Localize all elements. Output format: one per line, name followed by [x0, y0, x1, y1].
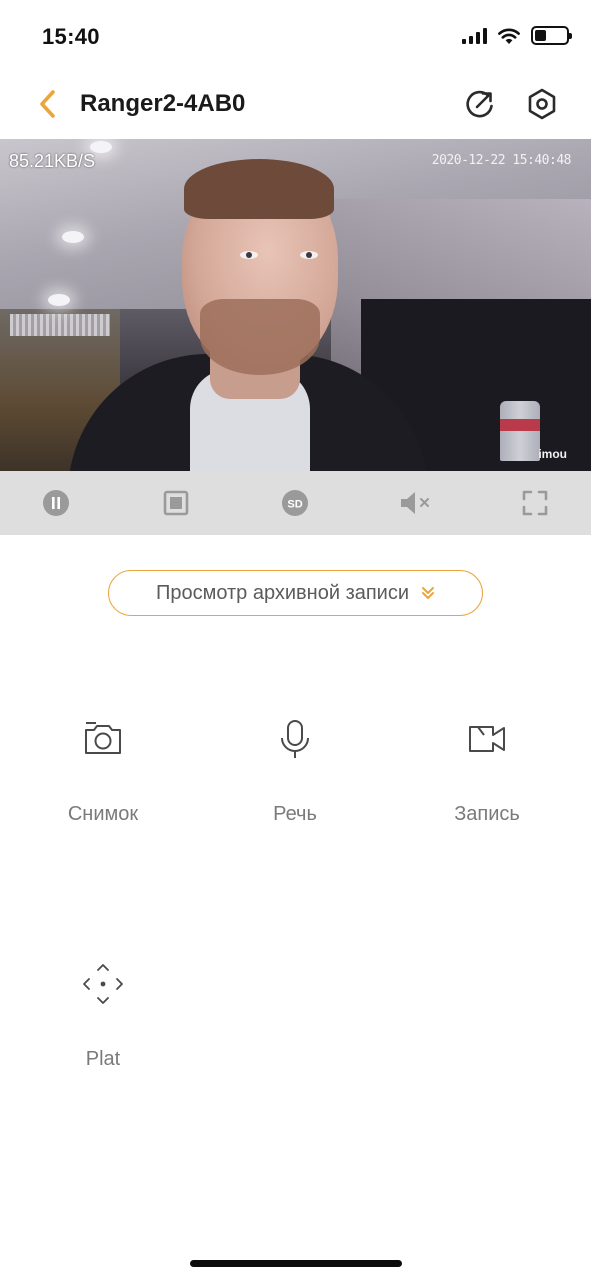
cellular-signal-icon	[462, 27, 487, 44]
status-icons	[462, 26, 572, 45]
pause-button[interactable]	[38, 485, 74, 521]
chevron-left-icon	[40, 90, 55, 118]
gear-icon	[528, 88, 556, 120]
video-timestamp: 2020-12-22 15:40:48	[431, 153, 572, 168]
settings-button[interactable]	[524, 86, 560, 122]
snapshot-label: Снимок	[67, 803, 139, 825]
ptz-action[interactable]: Plat	[28, 960, 178, 1071]
share-icon	[466, 90, 493, 118]
record-label: Запись	[454, 803, 520, 825]
camera-icon	[85, 722, 121, 754]
stop-button[interactable]	[158, 485, 194, 521]
wifi-icon	[498, 28, 520, 44]
fullscreen-icon	[522, 490, 548, 516]
nav-bar: Ranger2-4AB0	[0, 70, 591, 138]
microphone-icon	[281, 720, 309, 758]
live-video-view[interactable]: 85.21KB/S 2020-12-22 15:40:48 imou	[0, 139, 591, 471]
double-chevron-down-icon	[422, 587, 435, 599]
video-control-bar: SD	[0, 471, 591, 535]
archive-playback-button[interactable]: Просмотр архивной записи	[108, 570, 483, 616]
ptz-label: Plat	[85, 1048, 121, 1070]
home-indicator[interactable]	[190, 1260, 402, 1267]
page-title: Ranger2-4AB0	[80, 90, 246, 117]
bitrate-readout: 85.21KB/S	[9, 151, 96, 171]
back-button[interactable]	[32, 86, 62, 122]
brand-watermark: imou	[538, 447, 567, 461]
ptz-directions-icon	[83, 964, 123, 1004]
stop-icon	[163, 490, 189, 516]
snapshot-action[interactable]: Снимок	[28, 715, 178, 826]
video-record-icon	[469, 726, 505, 752]
fullscreen-button[interactable]	[517, 485, 553, 521]
share-button[interactable]	[462, 86, 498, 122]
speaker-muted-icon	[401, 492, 429, 514]
quality-label: SD	[287, 499, 302, 511]
talk-action[interactable]: Речь	[220, 715, 370, 826]
status-time: 15:40	[42, 24, 100, 49]
record-action[interactable]: Запись	[412, 715, 562, 826]
mute-button[interactable]	[397, 485, 433, 521]
sd-icon: SD	[282, 490, 308, 516]
talk-label: Речь	[273, 803, 317, 825]
battery-icon	[531, 26, 572, 45]
status-bar: 15:40	[0, 0, 591, 70]
archive-playback-label: Просмотр архивной записи	[155, 581, 410, 604]
quality-button[interactable]: SD	[277, 485, 313, 521]
pause-icon	[43, 490, 69, 516]
